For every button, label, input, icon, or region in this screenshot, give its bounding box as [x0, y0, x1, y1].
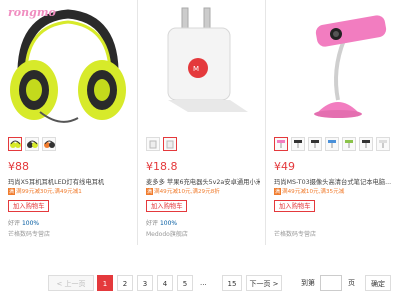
- thumbnail-strip: [274, 137, 390, 151]
- add-to-cart-button[interactable]: 加入购物车: [8, 200, 50, 212]
- thumbnail[interactable]: [42, 137, 56, 151]
- promo-text: 满99元减30元,满49元减1: [16, 189, 82, 195]
- page-button-4[interactable]: 4: [157, 275, 173, 291]
- headset-thumb-icon: [44, 140, 55, 148]
- product-card: M ¥18.8 麦多多 苹果6充电器头5v2a安卓通用小米... 满满49元减1…: [138, 0, 264, 240]
- thumbnail[interactable]: [359, 137, 373, 151]
- page-button-2[interactable]: 2: [117, 275, 133, 291]
- webcam-thumb-icon: [345, 140, 353, 148]
- promo-tag: 满: [8, 188, 16, 195]
- product-price: ¥18.8: [146, 160, 178, 173]
- shop-name[interactable]: Medodo旗舰店: [146, 229, 188, 238]
- product-image-webcam[interactable]: [266, 0, 400, 130]
- add-to-cart-button[interactable]: 加入购物车: [146, 200, 188, 212]
- charger-thumb-icon: [166, 140, 174, 149]
- thumbnail[interactable]: [376, 137, 390, 151]
- promo-line: 满满49元减10元,满35元减: [274, 187, 396, 195]
- confirm-page-button[interactable]: 确定: [365, 275, 391, 291]
- product-card: rongmo ¥88 玛尚X5耳机耳机LED灯有线电耳机 满满99元减30元,满…: [0, 0, 136, 240]
- thumbnail[interactable]: [342, 137, 356, 151]
- page-button-15[interactable]: 15: [222, 275, 242, 291]
- pagination-ellipsis: ...: [200, 279, 207, 287]
- webcam-thumb-icon: [294, 140, 302, 148]
- pagination: < 上一页 1 2 3 4 5 ... 15 下一页 > 到第 页 确定: [0, 275, 400, 291]
- webcam-thumb-icon: [379, 140, 387, 148]
- brand-logo: rongmo: [8, 6, 56, 19]
- promo-tag: 满: [146, 188, 154, 195]
- charger-thumb-icon: [149, 140, 157, 149]
- thumbnail[interactable]: [146, 137, 160, 151]
- rating-label: 好评: [146, 220, 159, 227]
- product-card: ¥49 玛尚MS-T03摄像头高清台式笔记本电脑... 满满49元减10元,满3…: [266, 0, 400, 240]
- thumbnail[interactable]: [291, 137, 305, 151]
- page-button-5[interactable]: 5: [177, 275, 193, 291]
- thumbnail[interactable]: [163, 137, 177, 151]
- charger-image: M: [167, 7, 248, 112]
- thumbnail[interactable]: [25, 137, 39, 151]
- rating: 好评 100%: [8, 218, 39, 227]
- svg-text:M: M: [193, 65, 199, 73]
- product-price: ¥49: [274, 160, 295, 173]
- add-to-cart-button[interactable]: 加入购物车: [274, 200, 316, 212]
- page-button-1[interactable]: 1: [97, 275, 113, 291]
- shop-name[interactable]: 芒格数码专营店: [274, 229, 316, 238]
- webcam-thumb-icon: [277, 140, 285, 148]
- product-image-headset[interactable]: rongmo: [0, 0, 136, 130]
- promo-tag: 满: [274, 188, 282, 195]
- page-unit-label: 页: [348, 279, 355, 287]
- promo-line: 满满99元减30元,满49元减1: [8, 187, 132, 195]
- prev-page-button[interactable]: < 上一页: [48, 275, 94, 291]
- product-title[interactable]: 玛尚X5耳机耳机LED灯有线电耳机: [8, 177, 132, 186]
- page-button-3[interactable]: 3: [137, 275, 153, 291]
- next-page-button[interactable]: 下一页 >: [246, 275, 282, 291]
- thumbnail[interactable]: [308, 137, 322, 151]
- thumbnail-strip: [8, 137, 56, 151]
- rating-percent[interactable]: 100%: [160, 220, 177, 227]
- thumbnail-strip: [146, 137, 177, 151]
- webcam-thumb-icon: [328, 140, 336, 148]
- product-price: ¥88: [8, 160, 29, 173]
- thumbnail[interactable]: [274, 137, 288, 151]
- headset-thumb-icon: [10, 140, 21, 148]
- promo-text: 满49元减10元,满29元8折: [154, 189, 220, 195]
- thumbnail[interactable]: [8, 137, 22, 151]
- page-number-input[interactable]: [320, 275, 342, 291]
- promo-line: 满满49元减10元,满29元8折: [146, 187, 260, 195]
- headset-image: [10, 9, 126, 123]
- webcam-image: [314, 15, 387, 118]
- rating: 好评 100%: [146, 218, 177, 227]
- goto-label: 到第: [301, 279, 315, 287]
- rating-percent[interactable]: 100%: [22, 220, 39, 227]
- promo-text: 满49元减10元,满35元减: [282, 189, 345, 195]
- webcam-thumb-icon: [362, 140, 370, 148]
- shop-name[interactable]: 芒格数码专营店: [8, 229, 50, 238]
- product-image-charger[interactable]: M: [138, 0, 264, 130]
- thumbnail[interactable]: [325, 137, 339, 151]
- product-title[interactable]: 麦多多 苹果6充电器头5v2a安卓通用小米...: [146, 177, 260, 186]
- headset-thumb-icon: [27, 140, 38, 148]
- rating-label: 好评: [8, 220, 21, 227]
- webcam-thumb-icon: [311, 140, 319, 148]
- product-title[interactable]: 玛尚MS-T03摄像头高清台式笔记本电脑...: [274, 177, 396, 186]
